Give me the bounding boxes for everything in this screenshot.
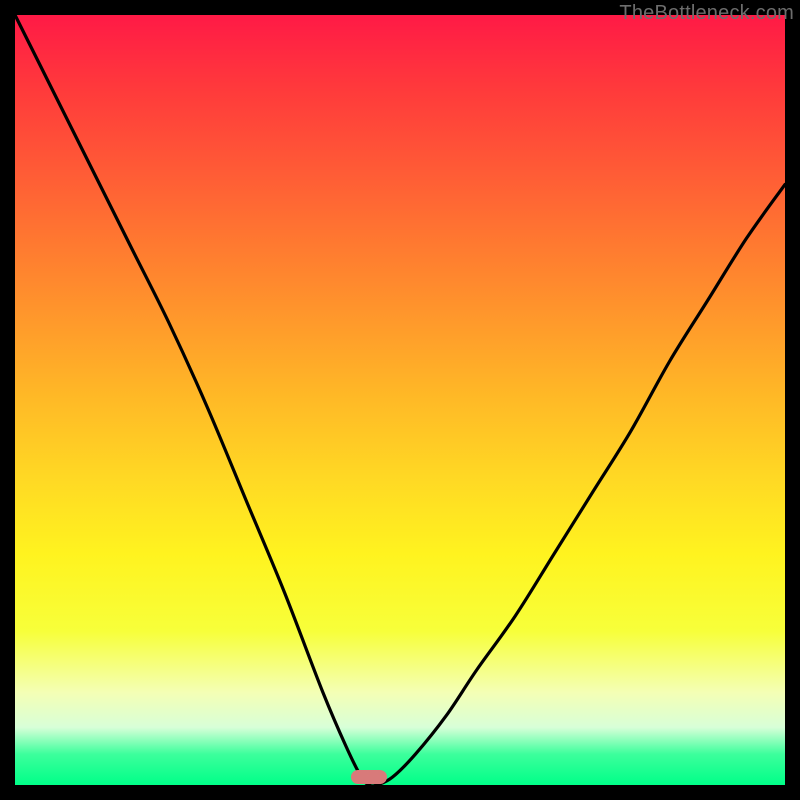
plot-area (15, 15, 785, 785)
watermark-text: TheBottleneck.com (619, 2, 794, 25)
axis-bottom-border (0, 785, 800, 800)
axis-left-border (0, 0, 15, 800)
chart-frame: TheBottleneck.com (0, 0, 800, 800)
optimal-point-marker (351, 770, 387, 784)
bottleneck-curve (15, 15, 785, 785)
